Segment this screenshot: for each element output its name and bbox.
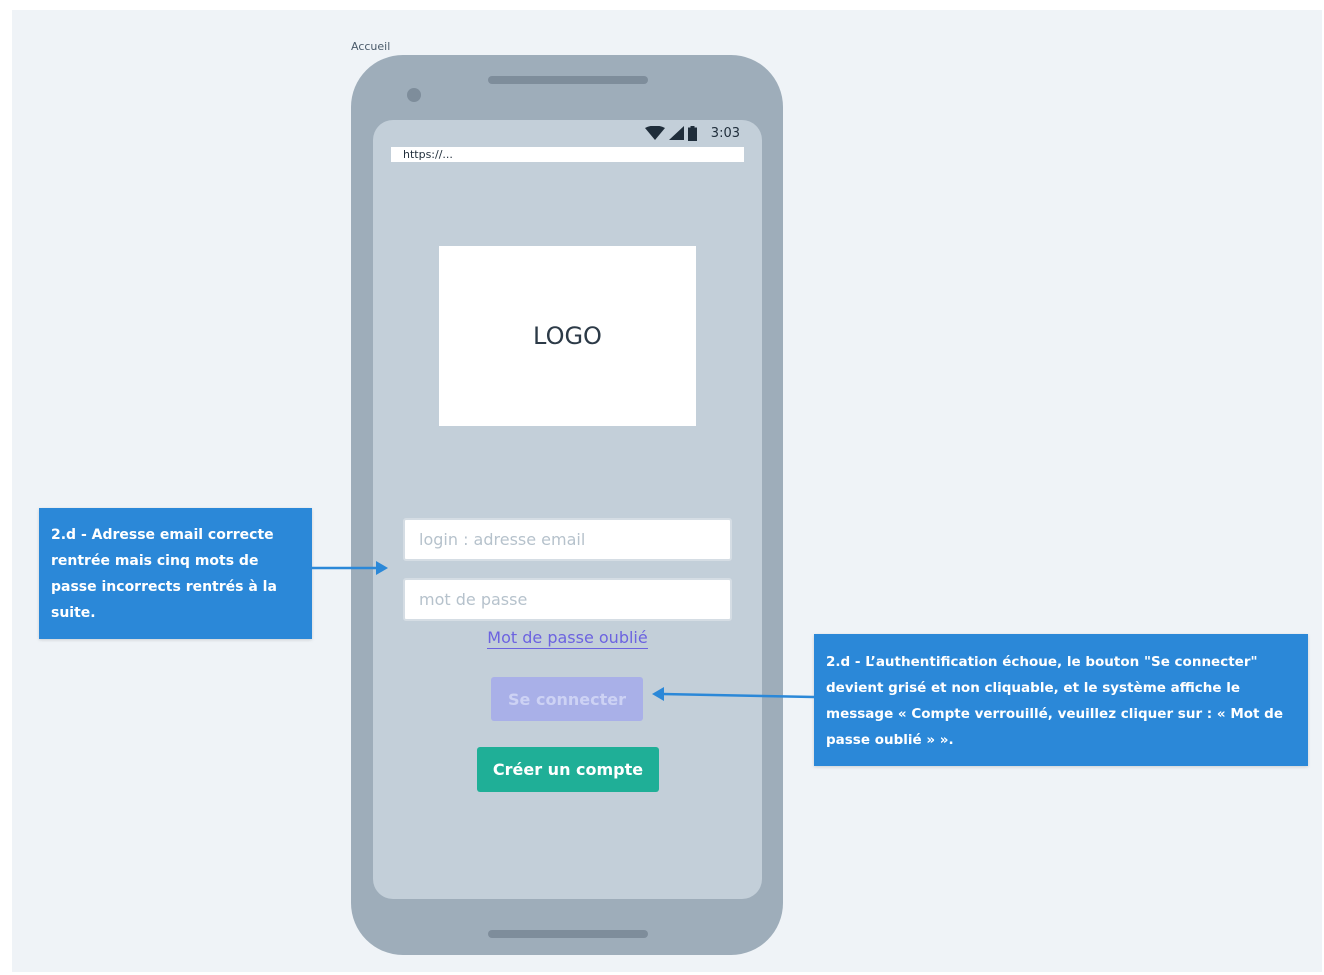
phone-mockup: 3:03 https://... LOGO Mot de passe oubli… — [351, 55, 783, 955]
connect-button: Se connecter — [491, 677, 643, 721]
forgot-password-link[interactable]: Mot de passe oublié — [487, 628, 648, 649]
phone-screen: 3:03 https://... LOGO Mot de passe oubli… — [373, 120, 762, 899]
logo-text: LOGO — [533, 322, 602, 350]
battery-icon — [687, 125, 697, 141]
logo-placeholder: LOGO — [439, 246, 696, 426]
password-input[interactable] — [403, 578, 732, 621]
front-camera — [407, 88, 421, 102]
email-input[interactable] — [403, 518, 732, 561]
status-time: 3:03 — [710, 125, 740, 141]
bottom-speaker — [488, 930, 648, 938]
top-speaker — [488, 76, 648, 84]
url-bar[interactable]: https://... — [391, 147, 744, 162]
forgot-password-row: Mot de passe oublié — [373, 628, 762, 649]
status-bar: 3:03 — [644, 124, 740, 142]
annotation-right: 2.d - L’authentification échoue, le bout… — [814, 634, 1308, 766]
create-account-button[interactable]: Créer un compte — [477, 747, 659, 792]
frame-label: Accueil — [351, 40, 391, 53]
wifi-icon — [644, 126, 665, 140]
cellular-signal-icon — [668, 126, 684, 140]
annotation-left: 2.d - Adresse email correcte rentrée mai… — [39, 508, 312, 639]
